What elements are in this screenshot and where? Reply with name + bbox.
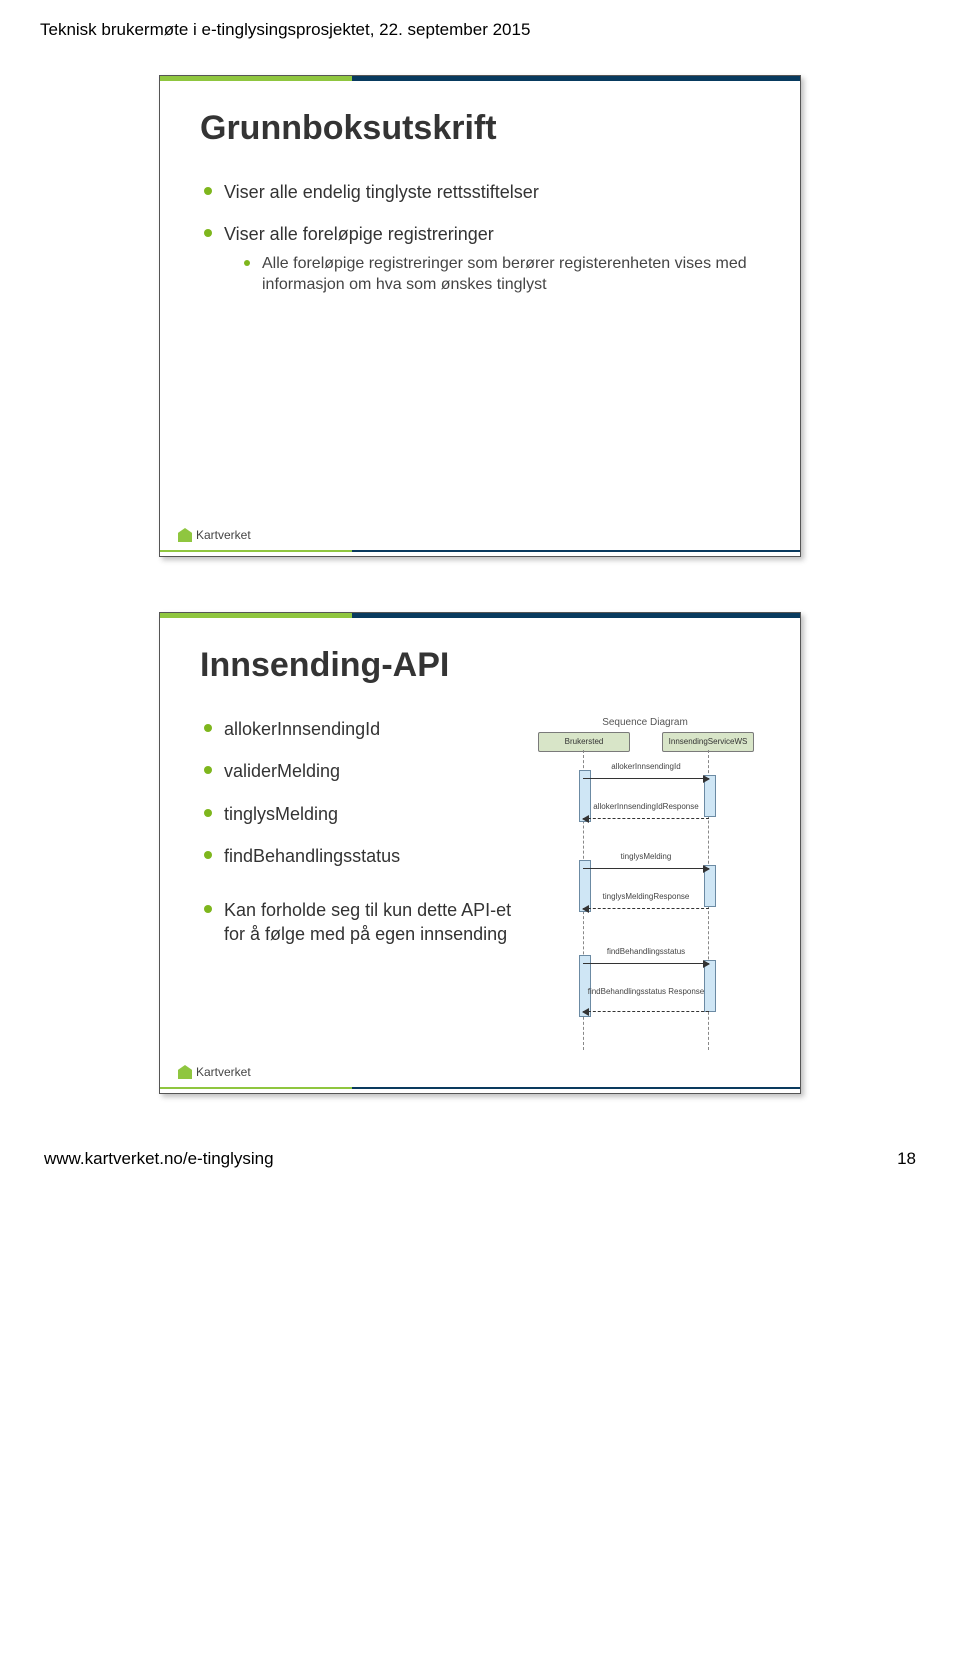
footer-page-number: 18 — [897, 1149, 916, 1169]
left-column: allokerInnsendingId validerMelding tingl… — [200, 717, 522, 1062]
bullet-item: validerMelding — [200, 759, 522, 783]
sequence-diagram-title: Sequence Diagram — [530, 717, 760, 728]
bullet-text: findBehandlingsstatus — [224, 846, 400, 866]
page-footer: www.kartverket.no/e-tinglysing 18 — [40, 1149, 920, 1179]
seq-message-line — [583, 868, 709, 869]
slide-grunnboksutskrift: Grunnboksutskrift Viser alle endelig tin… — [159, 75, 801, 557]
seq-message-label: allokerInnsendingId — [583, 762, 709, 771]
arrow-left-icon — [582, 1008, 589, 1016]
slide-bottom-stripe — [160, 550, 800, 552]
footer-url: www.kartverket.no/e-tinglysing — [44, 1149, 274, 1169]
seq-message-line — [583, 1011, 709, 1012]
seq-message: tinglysMeldingResponse — [583, 904, 709, 918]
kartverket-logo-icon — [178, 528, 192, 542]
right-column: Sequence Diagram Brukersted InnsendingSe… — [530, 717, 760, 1062]
slide-bottom-stripe — [160, 1087, 800, 1089]
arrow-right-icon — [703, 865, 710, 873]
bullet-item: findBehandlingsstatus — [200, 844, 522, 868]
arrow-right-icon — [703, 775, 710, 783]
bullet-item: Kan forholde seg til kun dette API-et fo… — [200, 898, 522, 947]
seq-message-line — [583, 818, 709, 819]
bullet-item: tinglysMelding — [200, 802, 522, 826]
slide-content: Grunnboksutskrift Viser alle endelig tin… — [160, 81, 800, 296]
bullet-text: Kan forholde seg til kun dette API-et fo… — [224, 900, 511, 944]
sub-bullet-text: Alle foreløpige registreringer som berør… — [262, 255, 747, 294]
seq-message-line — [583, 908, 709, 909]
slide-title: Grunnboksutskrift — [200, 109, 760, 148]
slide-innsending-api: Innsending-API allokerInnsendingId valid… — [159, 612, 801, 1094]
bullet-list: Viser alle endelig tinglyste rettsstifte… — [200, 180, 760, 296]
seq-message-label: tinglysMelding — [583, 852, 709, 861]
bullet-text: Viser alle foreløpige registreringer — [224, 224, 494, 244]
document-page: Teknisk brukermøte i e-tinglysingsprosje… — [0, 0, 960, 1189]
sub-bullet-item: Alle foreløpige registreringer som berør… — [242, 253, 760, 296]
slide-content: Innsending-API allokerInnsendingId valid… — [160, 618, 800, 1062]
seq-message-label: findBehandlingsstatus — [583, 947, 709, 956]
two-column-layout: allokerInnsendingId validerMelding tingl… — [200, 717, 760, 1062]
seq-message-line — [583, 778, 709, 779]
seq-message: findBehandlingsstatus — [583, 959, 709, 973]
bullet-item: Viser alle endelig tinglyste rettsstifte… — [200, 180, 760, 204]
slide-title: Innsending-API — [200, 646, 760, 685]
arrow-left-icon — [582, 905, 589, 913]
bullet-item: Viser alle foreløpige registreringer All… — [200, 222, 760, 295]
arrow-right-icon — [703, 960, 710, 968]
seq-message-label: tinglysMeldingResponse — [583, 892, 709, 901]
bullet-text: tinglysMelding — [224, 804, 338, 824]
seq-message-line — [583, 963, 709, 964]
kartverket-logo: Kartverket — [178, 528, 251, 542]
kartverket-logo: Kartverket — [178, 1065, 251, 1079]
kartverket-logo-icon — [178, 1065, 192, 1079]
bullet-item: allokerInnsendingId — [200, 717, 522, 741]
lifeline-head-service: InnsendingServiceWS — [662, 732, 754, 752]
bullet-text: validerMelding — [224, 761, 340, 781]
bullet-list: Kan forholde seg til kun dette API-et fo… — [200, 898, 522, 947]
bullet-text: Viser alle endelig tinglyste rettsstifte… — [224, 182, 539, 202]
seq-message: allokerInnsendingId — [583, 774, 709, 788]
sub-bullet-list: Alle foreløpige registreringer som berør… — [242, 253, 760, 296]
arrow-left-icon — [582, 815, 589, 823]
kartverket-logo-text: Kartverket — [196, 1065, 251, 1079]
seq-message: findBehandlingsstatus Response — [583, 1007, 709, 1021]
kartverket-logo-text: Kartverket — [196, 528, 251, 542]
bullet-text: allokerInnsendingId — [224, 719, 380, 739]
seq-message-label: allokerInnsendingIdResponse — [583, 802, 709, 811]
seq-message: allokerInnsendingIdResponse — [583, 814, 709, 828]
seq-message-label: findBehandlingsstatus Response — [583, 987, 709, 996]
lifeline-head-brukersted: Brukersted — [538, 732, 630, 752]
sequence-diagram: Brukersted InnsendingServiceWS — [530, 732, 760, 1062]
page-header: Teknisk brukermøte i e-tinglysingsprosje… — [40, 20, 920, 40]
bullet-list: allokerInnsendingId validerMelding tingl… — [200, 717, 522, 868]
seq-message: tinglysMelding — [583, 864, 709, 878]
